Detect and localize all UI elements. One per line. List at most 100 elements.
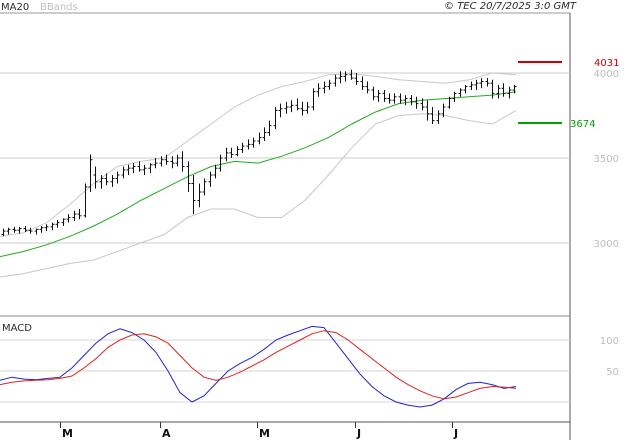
month-label-2: M bbox=[259, 427, 270, 440]
ohlc-bar bbox=[126, 164, 131, 175]
ohlc-bar bbox=[360, 76, 365, 90]
ohlc-bar bbox=[202, 178, 207, 196]
ohlc-bar bbox=[376, 90, 381, 102]
ohlc-bar bbox=[300, 101, 305, 116]
ohlc-bar bbox=[305, 101, 310, 114]
ohlc-bar bbox=[28, 227, 33, 234]
ohlc-bar bbox=[72, 210, 77, 221]
ohlc-bar bbox=[110, 175, 115, 187]
ohlc-bar bbox=[398, 93, 403, 104]
price-tick-3500: 3500 bbox=[594, 154, 619, 165]
ohlc-bar bbox=[251, 137, 256, 148]
ohlc-bar bbox=[246, 139, 251, 150]
ohlc-bar bbox=[131, 163, 136, 174]
month-label-1: A bbox=[162, 427, 171, 440]
ohlc-bar bbox=[284, 101, 289, 114]
ohlc-bar bbox=[93, 166, 98, 189]
ohlc-bar bbox=[208, 171, 213, 187]
ohlc-bar bbox=[61, 218, 66, 226]
ohlc-bar bbox=[44, 224, 49, 232]
ohlc-bar bbox=[148, 163, 153, 174]
ohlc-bar bbox=[382, 90, 387, 102]
ohlc-bar bbox=[17, 226, 22, 234]
price-tick-3000: 3000 bbox=[594, 239, 619, 250]
ohlc-bar bbox=[436, 110, 441, 124]
ohlc-bar bbox=[12, 226, 17, 233]
ohlc-bar bbox=[197, 183, 202, 208]
chart-canvas: 4031 3674 3000 3500 4000 MA20 BBands © TEC… bbox=[0, 1, 619, 440]
ohlc-bar bbox=[257, 132, 262, 145]
price-axis: 3000 3500 4000 bbox=[594, 69, 619, 250]
ohlc-bar bbox=[39, 226, 44, 233]
ohlc-bar bbox=[479, 78, 484, 89]
ohlc-bar bbox=[365, 81, 370, 94]
ohlc-bar bbox=[316, 83, 321, 97]
ohlc-bar bbox=[77, 209, 82, 220]
ohlc-bar bbox=[88, 154, 93, 192]
ohlc-bar bbox=[83, 183, 88, 218]
ohlc-bar bbox=[50, 222, 55, 231]
ohlc-bar bbox=[115, 171, 120, 184]
ohlc-bar bbox=[229, 147, 234, 158]
macd-tick-100: 100 bbox=[600, 336, 619, 347]
ohlc-bar bbox=[267, 120, 272, 136]
ohlc-bar bbox=[403, 95, 408, 106]
month-label-3: J bbox=[356, 427, 361, 440]
ohlc-bar bbox=[34, 228, 39, 235]
ohlc-bar bbox=[224, 147, 229, 162]
macd-tick-50: 50 bbox=[606, 367, 619, 378]
bbands-lower-line bbox=[0, 109, 517, 278]
ohlc-bar bbox=[164, 154, 169, 165]
ohlc-bar bbox=[55, 220, 60, 228]
ohlc-bar bbox=[180, 151, 185, 172]
ohlc-bar bbox=[295, 98, 300, 111]
ohlc-bar bbox=[414, 96, 419, 109]
ohlc-bar bbox=[240, 142, 245, 153]
ohlc-bar bbox=[311, 88, 316, 111]
month-label-4: J bbox=[453, 427, 458, 440]
ohlc-bar bbox=[469, 81, 474, 90]
ohlc-bar bbox=[463, 84, 468, 94]
ohlc-bar bbox=[387, 93, 392, 104]
ohlc-bar bbox=[496, 84, 501, 99]
legend-ma20: MA20 bbox=[1, 2, 29, 13]
ohlc-bar bbox=[289, 100, 294, 113]
ohlc-bar bbox=[392, 93, 397, 104]
legend-bbands: BBands bbox=[40, 2, 78, 13]
ohlc-bar bbox=[175, 154, 180, 167]
signal-line bbox=[0, 330, 517, 400]
ohlc-bar bbox=[213, 164, 218, 179]
ohlc-bar bbox=[218, 154, 223, 172]
ohlc-bar bbox=[501, 83, 506, 97]
ohlc-bar bbox=[137, 161, 142, 172]
month-label-0: M bbox=[62, 427, 73, 440]
ohlc-bar bbox=[452, 91, 457, 102]
ohlc-bar bbox=[322, 81, 327, 94]
bbands-upper-line bbox=[0, 72, 517, 237]
ohlc-bar bbox=[142, 164, 147, 175]
ohlc-bar bbox=[262, 127, 267, 141]
ohlc-bar bbox=[121, 166, 126, 179]
frame bbox=[0, 12, 571, 440]
ohlc-bar bbox=[485, 78, 490, 87]
support-label: 3674 bbox=[570, 119, 595, 130]
ohlc-bar bbox=[430, 107, 435, 124]
ohlc-bar bbox=[278, 103, 283, 118]
ohlc-bar bbox=[425, 100, 430, 121]
ohlc-bar bbox=[458, 88, 463, 97]
resistance-label: 4031 bbox=[594, 58, 619, 69]
price-tick-4000: 4000 bbox=[594, 69, 619, 80]
ohlc-bar bbox=[66, 214, 71, 223]
x-axis-months: MAMJJ bbox=[60, 422, 458, 440]
macd-gridlines bbox=[0, 339, 570, 403]
ohlc-bar bbox=[327, 79, 332, 90]
macd-line bbox=[0, 325, 517, 408]
ohlc-bar bbox=[6, 227, 11, 235]
macd-title: MACD bbox=[2, 323, 32, 334]
ohlc-bar bbox=[273, 107, 278, 130]
macd-axis: 100 50 bbox=[600, 336, 619, 378]
ohlc-bar bbox=[371, 86, 376, 101]
ohlc-bar bbox=[235, 146, 240, 157]
source-stamp: © TEC 20/7/2025 3:0 GMT bbox=[444, 1, 577, 12]
ohlc-bar bbox=[333, 74, 338, 87]
